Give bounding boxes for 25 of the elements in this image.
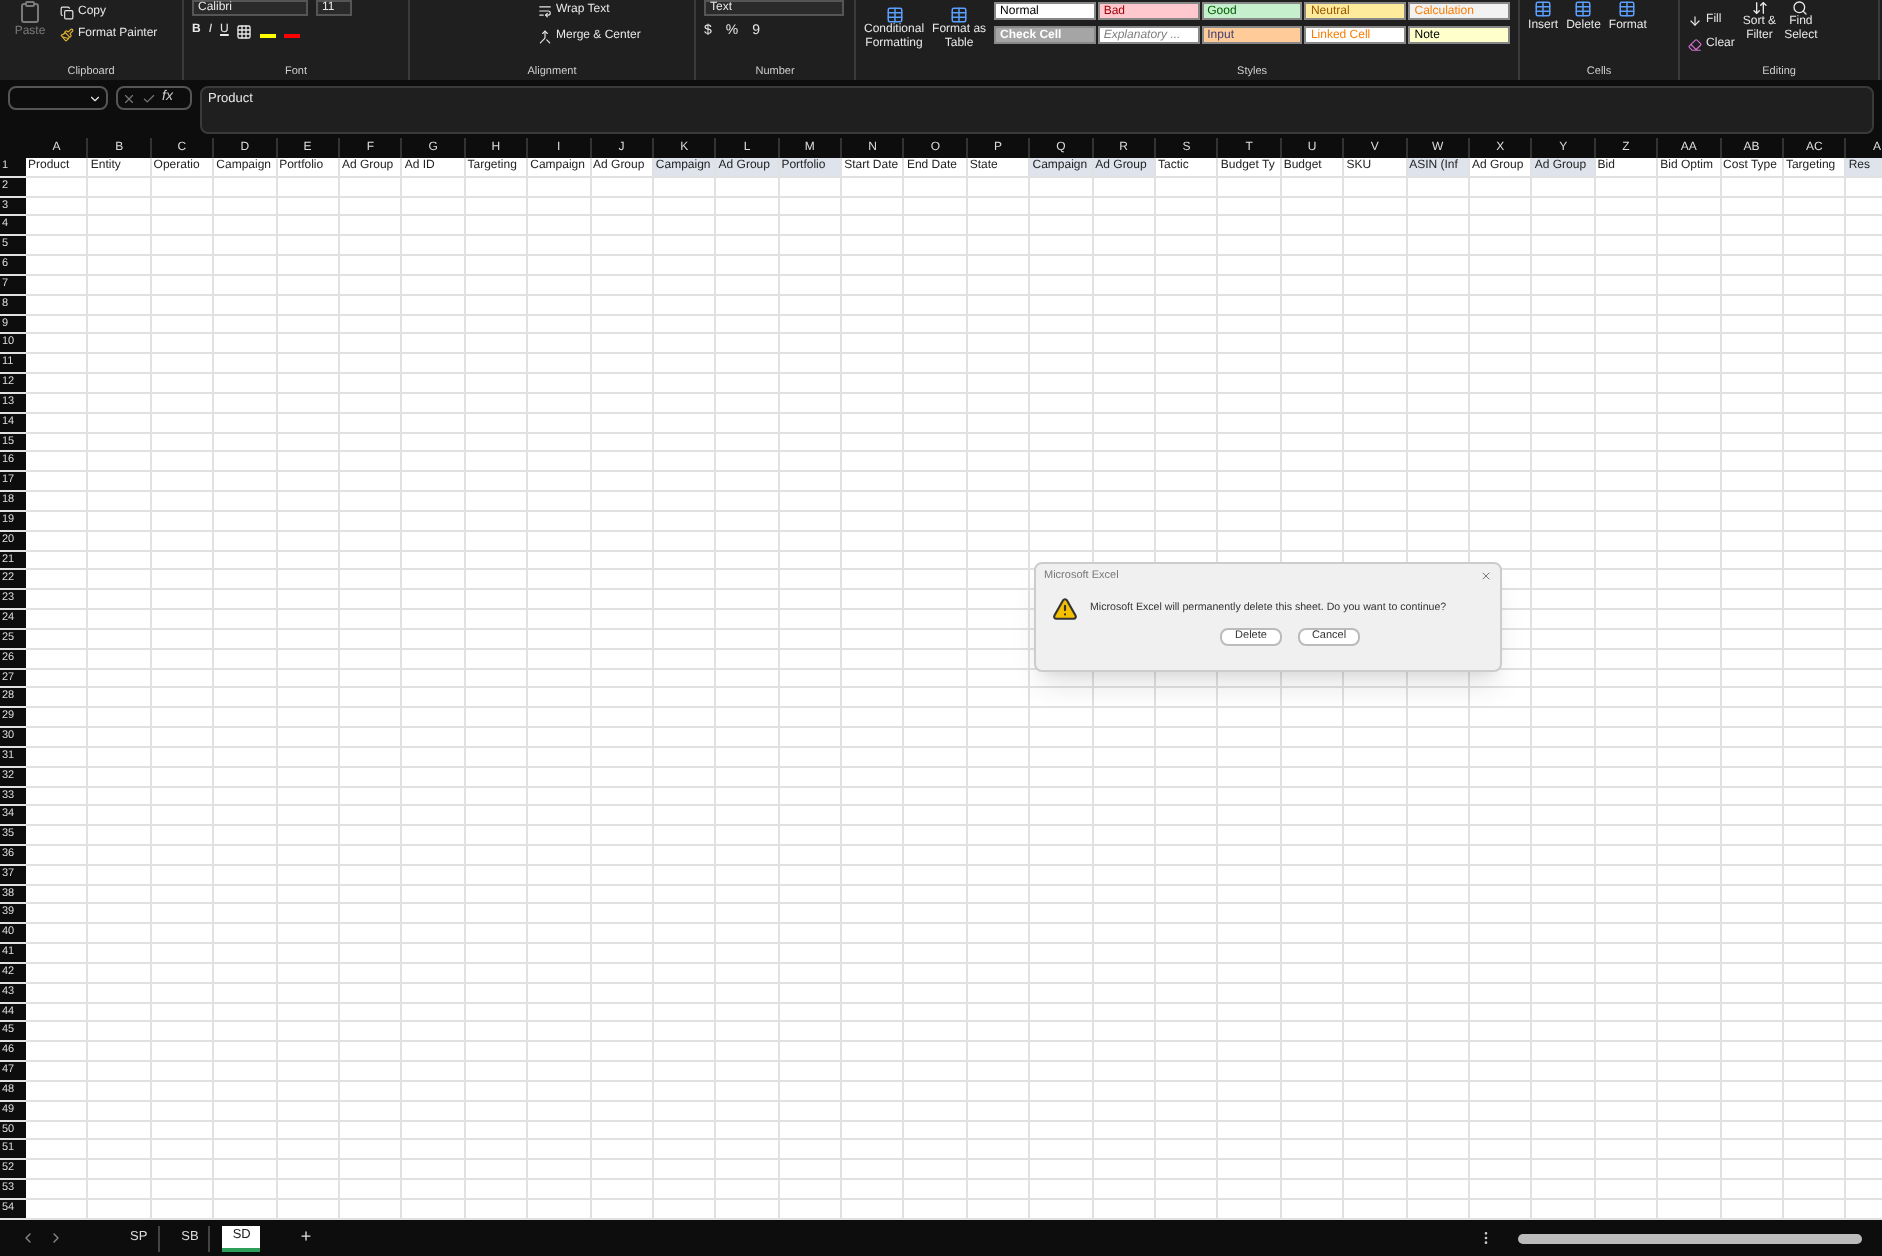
- search-icon: [1792, 0, 1809, 16]
- close-icon: [122, 91, 136, 105]
- add-sheet-button[interactable]: +: [300, 1224, 312, 1252]
- table-icon: [1574, 0, 1593, 18]
- table-icon: [950, 6, 969, 24]
- eraser-icon: [1688, 38, 1703, 52]
- previous-sheet-icon[interactable]: [20, 1230, 36, 1246]
- close-icon[interactable]: [1480, 570, 1492, 582]
- table-icon: [1618, 0, 1637, 18]
- check-icon: [142, 91, 156, 105]
- name-box[interactable]: [8, 86, 108, 110]
- arrow-down-icon: [1688, 14, 1703, 28]
- table-icon: [1534, 0, 1553, 18]
- warning-icon: [1052, 596, 1078, 622]
- paintbrush-icon: [60, 28, 74, 42]
- merge-icon: [538, 30, 552, 44]
- paste-icon: [18, 0, 42, 24]
- wrap-text-icon: [538, 4, 552, 18]
- next-sheet-icon[interactable]: [48, 1230, 64, 1246]
- copy-icon: [60, 6, 74, 20]
- sort-icon: [1751, 0, 1768, 16]
- chevron-down-icon: [88, 91, 102, 105]
- borders-icon[interactable]: [236, 23, 253, 39]
- horizontal-scrollbar[interactable]: [1518, 1233, 1862, 1243]
- table-icon: [885, 6, 904, 24]
